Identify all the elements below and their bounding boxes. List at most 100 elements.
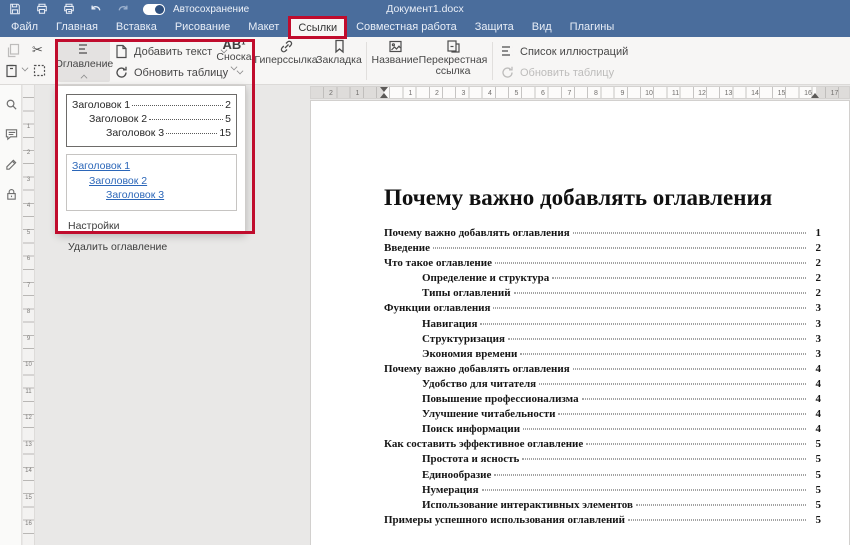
toc-remove-item[interactable]: Удалить оглавление (66, 241, 237, 253)
bookmark-button[interactable]: Закладка (316, 39, 362, 66)
toc-entry[interactable]: Удобство для читателя 4 (384, 378, 821, 393)
toc-entry[interactable]: Почему важно добавлять оглавления 1 (384, 227, 821, 242)
figures-list-button[interactable]: Список иллюстраций (500, 42, 628, 61)
document-page[interactable]: Почему важно добавлять оглавления Почему… (310, 100, 850, 545)
toc-link-label: Заголовок 1 (72, 160, 130, 172)
right-indent-marker[interactable] (811, 93, 819, 98)
refresh-icon (500, 65, 515, 80)
update-table-disabled-label: Обновить таблицу (520, 67, 614, 79)
chevron-up-icon (81, 74, 88, 81)
figures-list-icon (500, 44, 515, 59)
toc-entry[interactable]: Простота и ясность 5 (384, 453, 821, 468)
ruler-number: 2 (23, 150, 34, 156)
update-table-disabled-button[interactable]: Обновить таблицу (500, 63, 614, 82)
toc-dot-leader (514, 293, 806, 294)
toc-link-line: Заголовок 2 (72, 175, 231, 190)
footnote-icon: AB¹ (222, 39, 245, 51)
toc-entry[interactable]: Функции оглавления 3 (384, 302, 821, 317)
ribbon-tab[interactable]: Защита (466, 18, 523, 37)
hyperlink-label: Гиперссылка (254, 55, 317, 66)
footnote-button[interactable]: AB¹ Сноска (212, 39, 256, 70)
ruler-number: 5 (23, 230, 34, 236)
left-indent-marker[interactable] (380, 93, 388, 98)
lock-icon[interactable] (4, 187, 18, 201)
ribbon-tab[interactable]: Макет (239, 18, 288, 37)
ribbon-tab[interactable]: Плагины (561, 18, 624, 37)
toc-entry[interactable]: Как составить эффективное оглавление 5 (384, 438, 821, 453)
toc-entry[interactable]: Навигация 3 (384, 318, 821, 333)
ruler-number: 16 (23, 521, 34, 527)
first-line-indent-marker[interactable] (380, 87, 388, 92)
toc-entry[interactable]: Повышение профессионализма 4 (384, 393, 821, 408)
toc-page-number: 5 (809, 514, 821, 526)
add-text-button[interactable]: Добавить текст (114, 42, 227, 61)
toc-entry[interactable]: Экономия времени 3 (384, 348, 821, 363)
paste-chevron-icon[interactable] (22, 65, 29, 72)
ribbon-tab[interactable]: Вставка (107, 18, 166, 37)
toc-entry-label: Единообразие (422, 469, 491, 481)
figures-list-label: Список иллюстраций (520, 46, 628, 58)
cross-reference-button[interactable]: Перекрестная ссылка (420, 39, 486, 77)
ruler-number: 13 (23, 442, 34, 448)
cross-reference-label: Перекрестная ссылка (419, 55, 488, 77)
toc-entry-label: Поиск информации (422, 423, 520, 435)
refresh-icon (114, 65, 129, 80)
toc-entry-label: Почему важно добавлять оглавления (384, 363, 570, 375)
quick-print-icon[interactable] (62, 3, 75, 15)
ribbon-tab[interactable]: Файл (2, 18, 47, 37)
toc-dot-leader (523, 429, 806, 430)
undo-icon[interactable] (89, 3, 102, 15)
toc-page-number: 4 (809, 408, 821, 420)
table-of-contents-button[interactable]: Оглавление (58, 40, 110, 82)
autosave-toggle[interactable] (143, 4, 165, 15)
ribbon-tab[interactable]: Рисование (166, 18, 239, 37)
toc-entry[interactable]: Улучшение читабельности 4 (384, 408, 821, 423)
toc-entry[interactable]: Поиск информации 4 (384, 423, 821, 438)
cut-icon[interactable]: ✂ (32, 42, 43, 58)
toc-entry[interactable]: Введение 2 (384, 242, 821, 257)
toc-preview-line: Заголовок 3 15 (72, 127, 231, 141)
cross-reference-icon (446, 39, 461, 54)
toc-entry[interactable]: Единообразие 5 (384, 469, 821, 484)
print-icon[interactable] (35, 3, 48, 15)
toc-entry[interactable]: Определение и структура 2 (384, 272, 821, 287)
ribbon-tab[interactable]: Ссылки (288, 16, 347, 39)
toc-page-number: 3 (809, 318, 821, 330)
redo-icon[interactable] (116, 3, 129, 15)
save-icon[interactable] (8, 3, 21, 15)
select-icon[interactable] (32, 63, 47, 78)
comment-icon[interactable] (4, 127, 18, 141)
ribbon-tab[interactable]: Вид (523, 18, 561, 37)
ruler-number: 12 (23, 415, 34, 421)
hyperlink-button[interactable]: Гиперссылка (258, 39, 314, 66)
toc-entry-label: Удобство для читателя (422, 378, 536, 390)
toc-style-numbered-option[interactable]: Заголовок 1 2 Заголовок 2 5 Заголовок 3 … (66, 94, 237, 147)
toc-entry-label: Введение (384, 242, 430, 254)
toc-entry[interactable]: Почему важно добавлять оглавления 4 (384, 363, 821, 378)
vertical-ruler[interactable]: 12345678910111213141516 (23, 85, 35, 545)
bookmark-icon (332, 39, 347, 54)
ribbon-tab[interactable]: Совместная работа (347, 18, 466, 37)
copy-icon[interactable] (6, 43, 21, 58)
toc-dot-leader (494, 474, 806, 475)
toc-settings-item[interactable]: Настройки (66, 220, 237, 232)
track-changes-icon[interactable] (4, 157, 18, 171)
toc-entry[interactable]: Использование интерактивных элементов 5 (384, 499, 821, 514)
horizontal-ruler[interactable]: 21 1234567891011121314151617 (310, 86, 850, 99)
toc-dot-leader (433, 248, 806, 249)
search-icon[interactable] (4, 97, 18, 111)
toc-entry[interactable]: Нумерация 5 (384, 484, 821, 499)
toc-style-links-option[interactable]: Заголовок 1 Заголовок 2 Заголовок 3 (66, 154, 237, 211)
toc-entry[interactable]: Структуризация 3 (384, 333, 821, 348)
paste-icon[interactable] (4, 63, 19, 78)
ruler-number: 11 (672, 90, 679, 97)
toc-entry[interactable]: Типы оглавлений 2 (384, 287, 821, 302)
toc-entry[interactable]: Что такое оглавление 2 (384, 257, 821, 272)
caption-button[interactable]: Название (372, 39, 418, 66)
ruler-number: 7 (23, 283, 34, 289)
toc-entry[interactable]: Примеры успешного использования оглавлен… (384, 514, 821, 529)
ruler-number: 14 (23, 468, 34, 474)
toc-entry-label: Типы оглавлений (422, 287, 511, 299)
ribbon-tab[interactable]: Главная (47, 18, 107, 37)
hyperlink-icon (279, 39, 294, 54)
